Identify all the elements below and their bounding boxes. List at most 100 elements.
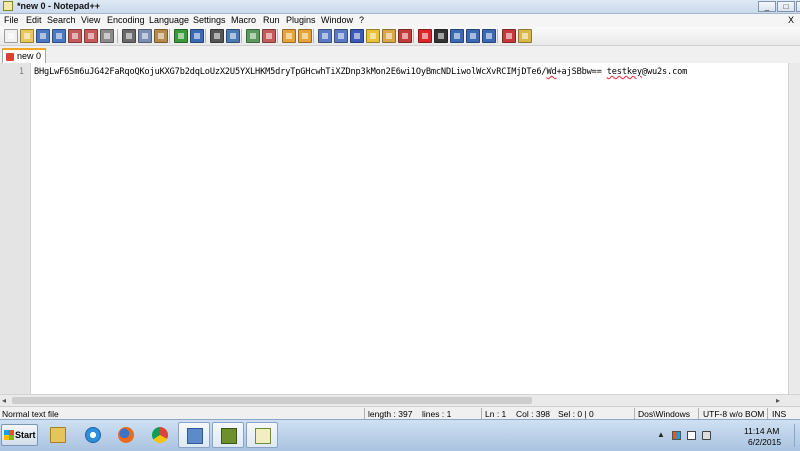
code-text-middle: +ajSBbw== [556,67,607,77]
minimize-button[interactable]: _ [758,1,776,12]
status-divider [364,408,365,419]
clock-date[interactable]: 6/2/2015 [748,437,781,447]
toolbar-separator [277,29,278,43]
taskbar-putty[interactable] [212,422,244,448]
close-document-button[interactable]: X [788,15,794,25]
vertical-scrollbar[interactable] [788,63,800,394]
word-wrap-icon[interactable] [318,29,332,43]
taskbar-internet-explorer[interactable] [77,422,109,448]
toolbar-separator [117,29,118,43]
find-icon[interactable] [210,29,224,43]
new-file-icon[interactable] [4,29,18,43]
run-macro-multiple-icon[interactable] [466,29,480,43]
clock-time[interactable]: 11:14 AM [744,426,779,436]
taskbar-chrome[interactable] [144,422,176,448]
save-macro-icon[interactable] [482,29,496,43]
doc-map-icon[interactable] [382,29,396,43]
stop-macro-icon[interactable] [434,29,448,43]
status-bar: Normal text file length : 397 lines : 1 … [0,406,800,420]
notepad-plus-plus-icon[interactable] [3,1,13,11]
function-list-icon[interactable] [398,29,412,43]
status-divider [698,408,699,419]
menu-run[interactable]: Run [261,15,282,26]
notepad-plus-plus-icon [255,428,271,444]
user-language-icon[interactable] [366,29,380,43]
chrome-icon [152,427,168,443]
menu-settings[interactable]: Settings [191,15,228,26]
menu-window[interactable]: Window [319,15,355,26]
close-window-button[interactable] [796,1,800,12]
status-selection: Sel : 0 | 0 [558,409,594,419]
spellcheck-flagged-word: Wd [546,67,557,77]
toolbar-separator [169,29,170,43]
menu-language[interactable]: Language [147,15,191,26]
unsaved-file-icon [6,53,14,61]
menu-help[interactable]: ? [357,15,366,26]
title-bar: *new 0 - Notepad++ _ □ [0,0,800,14]
network-icon[interactable] [687,431,696,440]
print-icon[interactable] [100,29,114,43]
redo-icon[interactable] [190,29,204,43]
menu-file[interactable]: File [2,15,21,26]
scroll-left-arrow-icon[interactable]: ◂ [2,396,6,405]
tab-new-0[interactable]: new 0 [2,48,46,63]
plugin-icon[interactable] [518,29,532,43]
taskbar-explorer[interactable] [42,422,74,448]
zoom-out-icon[interactable] [262,29,276,43]
status-divider [767,408,768,419]
status-divider [481,408,482,419]
remote-desktop-icon [187,428,203,444]
status-eol-format: Dos\Windows [638,409,690,419]
status-lines: lines : 1 [422,409,452,419]
start-button[interactable]: Start [1,424,38,446]
taskbar-remote-desktop[interactable] [178,422,210,448]
play-macro-icon[interactable] [450,29,464,43]
tab-bar: new 0 [0,46,800,64]
save-icon[interactable] [36,29,50,43]
volume-icon[interactable] [702,431,711,440]
windows-logo-icon [4,430,14,440]
replace-icon[interactable] [226,29,240,43]
toolbar-separator [205,29,206,43]
zoom-in-icon[interactable] [246,29,260,43]
show-all-chars-icon[interactable] [334,29,348,43]
record-macro-icon[interactable] [418,29,432,43]
undo-icon[interactable] [174,29,188,43]
toolbar-separator [497,29,498,43]
horizontal-scroll-thumb[interactable] [12,397,532,404]
menu-edit[interactable]: Edit [24,15,44,26]
menu-plugins[interactable]: Plugins [284,15,318,26]
save-all-icon[interactable] [52,29,66,43]
tab-label: new 0 [17,51,42,61]
sync-horizontal-icon[interactable] [298,29,312,43]
paste-icon[interactable] [154,29,168,43]
toolbar-separator [241,29,242,43]
horizontal-scrollbar[interactable]: ◂ ▸ [0,394,800,406]
maximize-button[interactable]: □ [777,1,795,12]
editor-area[interactable]: 1 BHgLwF6Sm6uJG42FaRqoQKojuKXG7b2dqLoUzX… [0,63,800,394]
scroll-right-arrow-icon[interactable]: ▸ [776,396,780,405]
close-all-icon[interactable] [84,29,98,43]
indent-guide-icon[interactable] [350,29,364,43]
action-center-flag-icon[interactable] [672,431,681,440]
open-file-icon[interactable] [20,29,34,43]
spell-check-icon[interactable] [502,29,516,43]
menu-macro[interactable]: Macro [229,15,258,26]
menu-encoding[interactable]: Encoding [105,15,147,26]
close-file-icon[interactable] [68,29,82,43]
menu-view[interactable]: View [79,15,102,26]
menu-search[interactable]: Search [45,15,78,26]
toolbar-separator [413,29,414,43]
cut-icon[interactable] [122,29,136,43]
taskbar-notepad-plus-plus[interactable] [246,422,278,448]
show-hidden-icons-icon[interactable]: ▲ [657,430,665,439]
status-length: length : 397 [368,409,413,419]
status-line-position: Ln : 1 [485,409,507,419]
copy-icon[interactable] [138,29,152,43]
code-line[interactable]: BHgLwF6Sm6uJG42FaRqoQKojuKXG7b2dqLoUzX2U… [34,67,687,77]
status-column-position: Col : 398 [516,409,551,419]
taskbar-firefox[interactable] [110,422,142,448]
show-desktop-button[interactable] [794,424,800,447]
sync-vertical-icon[interactable] [282,29,296,43]
spellcheck-flagged-word-2: testkey [606,67,642,77]
